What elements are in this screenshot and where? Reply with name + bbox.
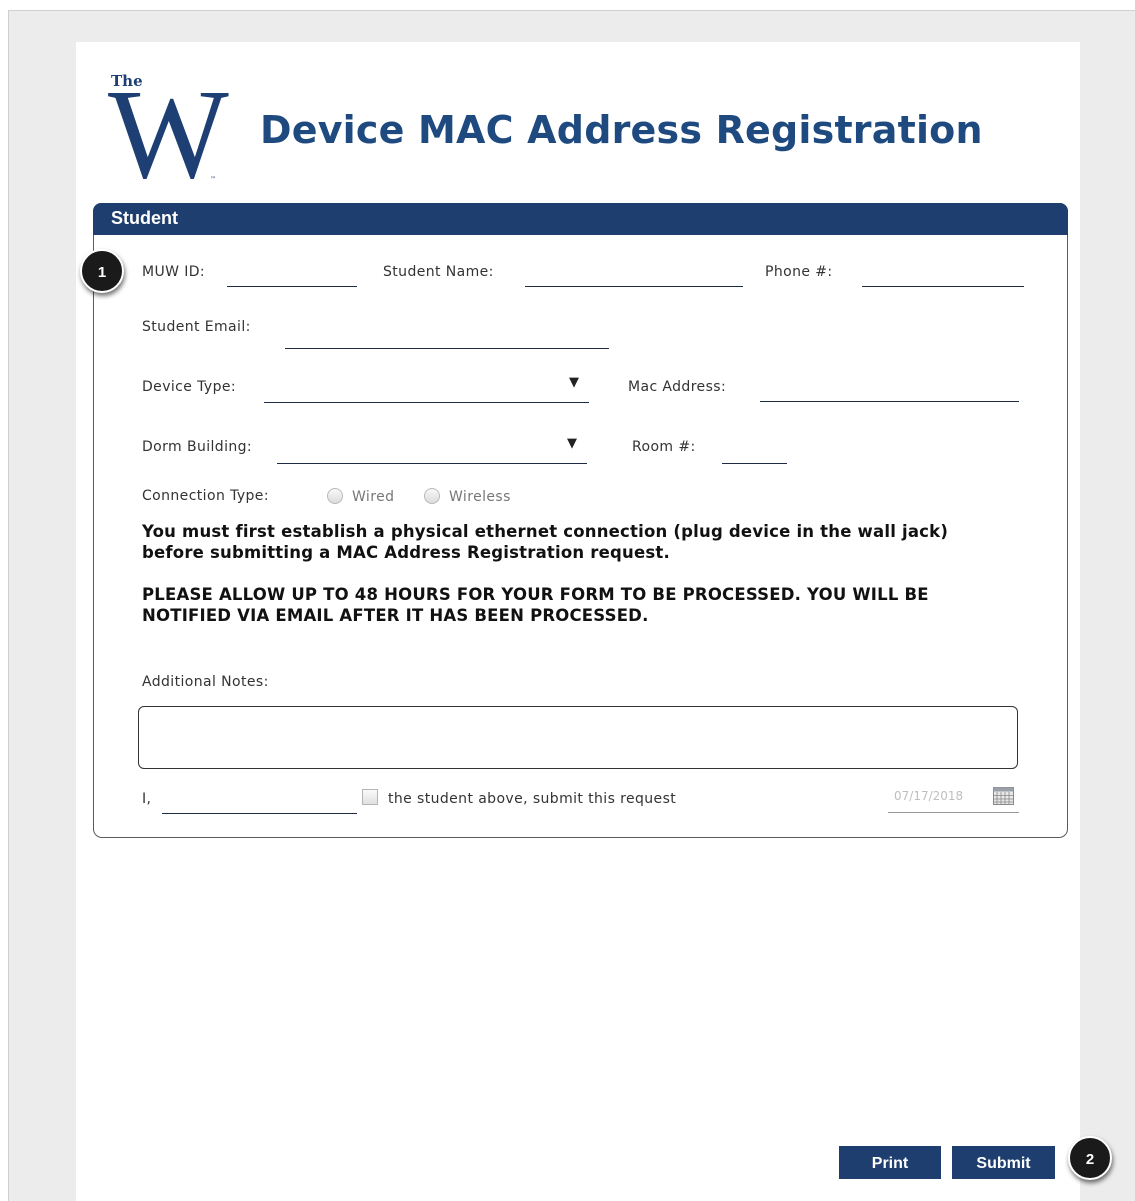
signature-input[interactable]	[162, 791, 357, 814]
muw-id-input[interactable]	[227, 264, 357, 287]
dorm-building-select[interactable]: ▼	[277, 436, 587, 464]
processing-notice-line1: PLEASE ALLOW UP TO 48 HOURS FOR YOUR FOR…	[142, 585, 929, 604]
submit-button[interactable]: Submit	[952, 1146, 1055, 1179]
logo-w-letter: W	[108, 63, 229, 205]
panel-header: Student	[93, 203, 1068, 235]
agree-label: the student above, submit this request	[388, 791, 677, 807]
step-marker-2: 2	[1068, 1136, 1112, 1180]
wireless-label[interactable]: Wireless	[449, 489, 511, 505]
date-value: 07/17/2018	[894, 789, 964, 803]
additional-notes-label: Additional Notes:	[142, 674, 269, 690]
print-button[interactable]: Print	[839, 1146, 941, 1179]
student-email-label: Student Email:	[142, 319, 251, 335]
room-label: Room #:	[632, 439, 696, 455]
wireless-radio[interactable]	[424, 488, 440, 504]
ethernet-notice: You must first establish a physical ethe…	[142, 521, 948, 563]
chevron-down-icon: ▼	[569, 375, 579, 390]
mac-address-label: Mac Address:	[628, 379, 727, 395]
mac-address-input[interactable]	[760, 379, 1019, 402]
dorm-building-label: Dorm Building:	[142, 439, 253, 455]
phone-input[interactable]	[862, 264, 1024, 287]
processing-notice: PLEASE ALLOW UP TO 48 HOURS FOR YOUR FOR…	[142, 584, 929, 626]
logo-trademark: ™	[210, 176, 216, 183]
phone-label: Phone #:	[765, 264, 833, 280]
processing-notice-line2: NOTIFIED VIA EMAIL AFTER IT HAS BEEN PRO…	[142, 606, 649, 625]
wired-label[interactable]: Wired	[352, 489, 394, 505]
device-type-select[interactable]: ▼	[264, 375, 589, 403]
additional-notes-textarea[interactable]	[138, 706, 1018, 769]
ethernet-notice-line1: You must first establish a physical ethe…	[142, 522, 949, 541]
step-marker-1: 1	[80, 249, 124, 293]
student-name-label: Student Name:	[383, 264, 494, 280]
agree-checkbox[interactable]	[362, 789, 378, 805]
student-email-input[interactable]	[285, 326, 609, 349]
muw-logo: The W ™	[108, 70, 238, 198]
date-field[interactable]: 07/17/2018	[888, 786, 1019, 813]
muw-id-label: MUW ID:	[142, 264, 206, 280]
wired-radio[interactable]	[327, 488, 343, 504]
calendar-icon[interactable]	[993, 787, 1014, 805]
page-title: Device MAC Address Registration	[260, 108, 983, 152]
ethernet-notice-line2: before submitting a MAC Address Registra…	[142, 543, 670, 562]
student-name-input[interactable]	[525, 264, 743, 287]
room-input[interactable]	[722, 441, 787, 464]
connection-type-label: Connection Type:	[142, 488, 269, 504]
chevron-down-icon: ▼	[567, 436, 577, 451]
device-type-label: Device Type:	[142, 379, 237, 395]
signature-prefix: I,	[142, 791, 152, 807]
